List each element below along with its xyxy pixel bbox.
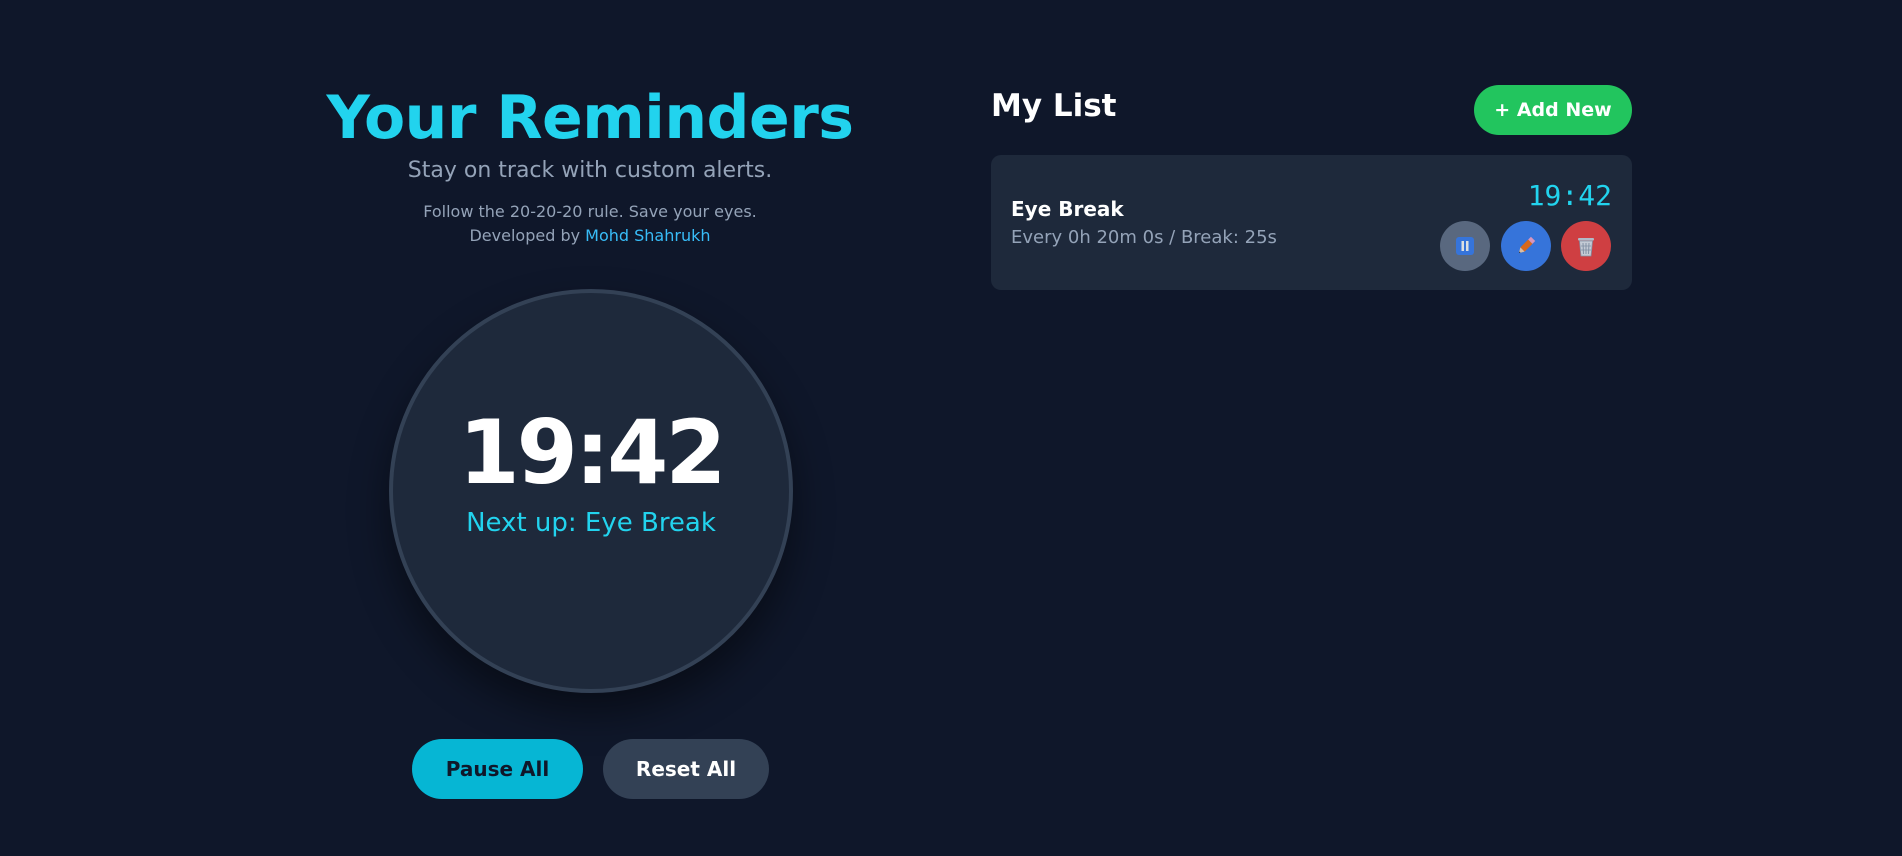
page-subtitle: Stay on track with custom alerts. xyxy=(407,158,773,183)
countdown-time: 19:42 xyxy=(458,401,726,504)
reminder-countdown: 19:42 xyxy=(1527,179,1612,212)
reminder-pause-button[interactable] xyxy=(1440,221,1490,271)
pencil-icon xyxy=(1515,235,1537,257)
reminder-edit-button[interactable] xyxy=(1501,221,1551,271)
reminder-list-panel: My List + Add New Eye Break Every 0h 20m… xyxy=(991,0,1632,856)
next-up-label: Next up: Eye Break xyxy=(466,508,716,538)
trash-icon xyxy=(1576,235,1596,257)
page-title: Your Reminders xyxy=(326,83,855,153)
add-new-button[interactable]: + Add New xyxy=(1474,85,1632,135)
pause-all-button[interactable]: Pause All xyxy=(412,739,583,799)
developer-link[interactable]: Mohd Shahrukh xyxy=(585,226,710,245)
timer-panel: Your Reminders Stay on track with custom… xyxy=(320,0,860,856)
reminder-interval: Every 0h 20m 0s / Break: 25s xyxy=(1011,227,1277,248)
reminder-name: Eye Break xyxy=(1011,197,1124,221)
reset-all-button[interactable]: Reset All xyxy=(603,739,769,799)
list-title: My List xyxy=(991,88,1117,124)
credit-prefix: Developed by xyxy=(469,226,586,245)
developer-credit: Developed by Mohd Shahrukh xyxy=(320,226,860,245)
reminder-delete-button[interactable] xyxy=(1561,221,1611,271)
pause-icon xyxy=(1455,236,1475,256)
tip-text: Follow the 20-20-20 rule. Save your eyes… xyxy=(423,202,757,221)
countdown-clock: 19:42 Next up: Eye Break xyxy=(389,289,793,693)
reminder-card: Eye Break Every 0h 20m 0s / Break: 25s 1… xyxy=(991,155,1632,290)
